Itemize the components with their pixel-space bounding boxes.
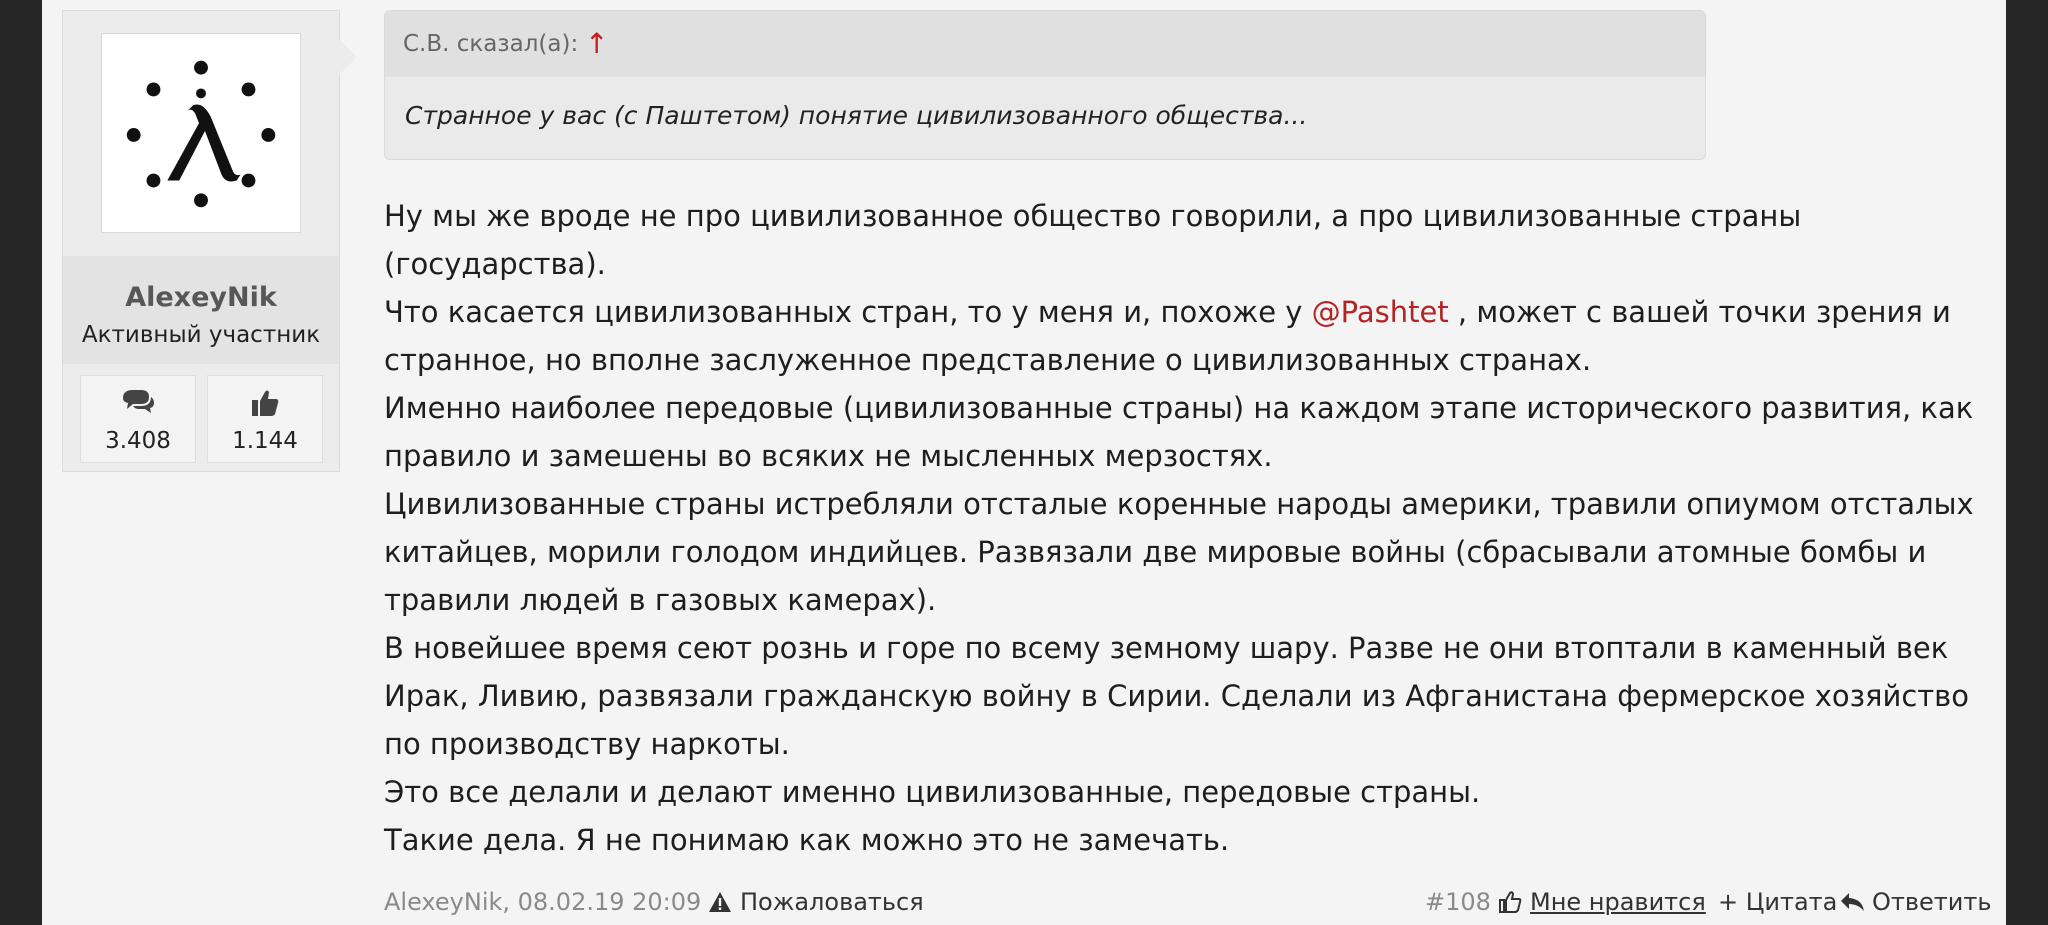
user-mention-link[interactable]: @Pashtet [1312,295,1449,329]
post-paragraph: Это все делали и делают именно цивилизов… [384,775,1481,809]
post-number-link[interactable]: #108 [1425,888,1491,916]
reply-label: Ответить [1872,888,1992,916]
post-paragraph: Ну мы же вроде не про цивилизованное общ… [384,199,1802,281]
like-button[interactable]: Мне нравится [1498,888,1706,916]
quote-header: С.В. сказал(а): ↑ [385,11,1705,77]
quote-block: С.В. сказал(а): ↑ Странное у вас (с Пашт… [384,10,1706,160]
post-paragraph: В новейшее время сеют рознь и горе по вс… [384,631,1970,761]
post-paragraph: Именно наиболее передовые (цивилизованны… [384,391,1974,473]
post-paragraph-mention: Что касается цивилизованных стран, то у … [384,288,1994,384]
messages-stat: 3.408 [80,375,196,463]
avatar[interactable] [101,33,301,233]
mention-prefix: Что касается цивилизованных стран, то у … [384,295,1312,329]
likes-stat: 1.144 [207,375,323,463]
quote-text: Странное у вас (с Паштетом) понятие циви… [405,101,1308,130]
comments-icon [81,388,195,416]
thumbs-up-icon [208,388,322,418]
report-button[interactable]: Пожаловаться [708,888,924,916]
quote-author: С.В. сказал(а): [403,31,579,57]
user-panel: AlexeyNik Активный участник 3.408 1.144 [62,10,357,472]
post-paragraph: Такие дела. Я не понимаю как можно это н… [384,823,1230,857]
messages-count: 3.408 [105,428,171,454]
reply-button[interactable]: Ответить [1840,888,1991,916]
quote-jump-arrow-icon[interactable]: ↑ [585,27,608,60]
like-label: Мне нравится [1530,888,1706,916]
post-body: Ну мы же вроде не про цивилизованное общ… [384,192,1994,864]
reply-icon [1841,893,1864,911]
post-meta[interactable]: AlexeyNik, 08.02.19 20:09 [384,888,701,916]
avatar-image [126,60,276,208]
username[interactable]: AlexeyNik [63,282,339,313]
quote-button[interactable]: + Цитата [1718,888,1837,916]
likes-count: 1.144 [232,428,298,454]
warning-icon [709,892,731,912]
user-title: Активный участник [81,322,321,348]
post-paragraph: Цивилизованные страны истребляли отсталы… [384,487,1974,617]
user-info: AlexeyNik Активный участник [63,256,339,364]
report-label: Пожаловаться [740,888,924,916]
thumbs-up-outline-icon [1499,891,1522,913]
